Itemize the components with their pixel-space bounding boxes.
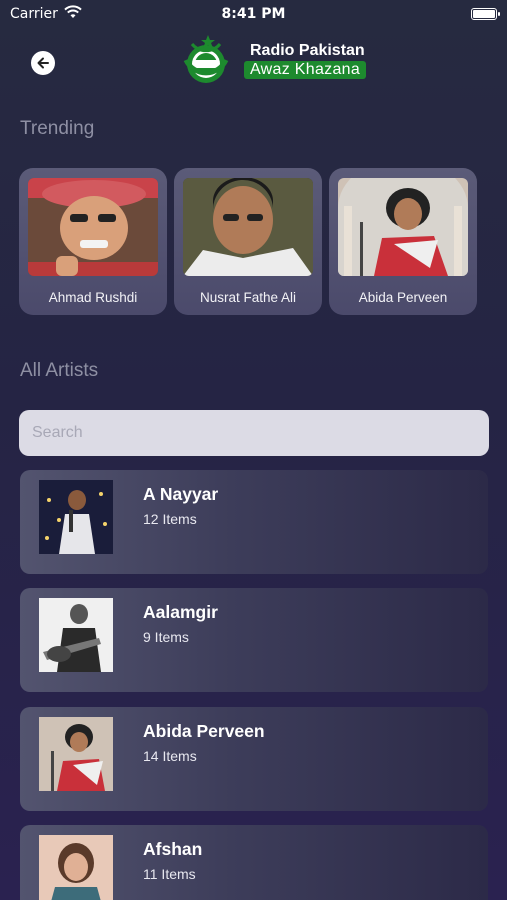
artist-list-item[interactable]: Afshan 11 Items xyxy=(20,825,488,900)
artist-photo xyxy=(28,178,158,276)
trending-name: Ahmad Rushdi xyxy=(48,290,138,305)
trending-name: Nusrat Fathe Ali xyxy=(199,290,297,305)
status-bar: Carrier 8:41 PM xyxy=(0,0,507,28)
artist-thumbnail xyxy=(39,835,113,900)
logo-subtitle: Awaz Khazana xyxy=(244,60,367,79)
status-time: 8:41 PM xyxy=(221,6,286,22)
all-artists-title: All Artists xyxy=(20,360,99,381)
artist-photo xyxy=(338,178,468,276)
search-input[interactable] xyxy=(19,410,489,456)
artist-name: A Nayyar xyxy=(143,484,219,504)
trending-name: Abida Perveen xyxy=(358,290,448,305)
trending-card[interactable]: Nusrat Fathe Ali xyxy=(174,168,322,315)
artist-item-count: 11 Items xyxy=(143,866,196,882)
trending-list: Ahmad Rushdi Nusrat Fathe Ali Abida Perv… xyxy=(19,168,477,315)
trending-card[interactable]: Ahmad Rushdi xyxy=(19,168,167,315)
battery-icon xyxy=(471,8,500,20)
artist-thumbnail xyxy=(39,480,113,554)
trending-card[interactable]: Abida Perveen xyxy=(329,168,477,315)
artist-name: Aalamgir xyxy=(143,602,218,622)
app-logo: Radio Pakistan Awaz Khazana xyxy=(178,34,367,86)
artist-item-count: 9 Items xyxy=(143,629,189,645)
artist-thumbnail xyxy=(39,598,113,672)
logo-title: Radio Pakistan xyxy=(250,41,365,59)
radio-pakistan-emblem-icon xyxy=(183,35,229,83)
back-button[interactable] xyxy=(31,51,55,75)
artist-name: Afshan xyxy=(143,839,203,859)
artist-list-item[interactable]: A Nayyar 12 Items xyxy=(20,470,488,574)
artist-item-count: 12 Items xyxy=(143,511,197,527)
trending-title: Trending xyxy=(20,118,95,139)
artist-name: Abida Perveen xyxy=(143,721,265,741)
artist-list-item[interactable]: Abida Perveen 14 Items xyxy=(20,707,488,811)
header: Radio Pakistan Awaz Khazana xyxy=(0,28,507,96)
artist-list-item[interactable]: Aalamgir 9 Items xyxy=(20,588,488,692)
back-arrow-icon xyxy=(37,57,49,69)
artist-photo xyxy=(183,178,313,276)
artist-thumbnail xyxy=(39,717,113,791)
artist-item-count: 14 Items xyxy=(143,748,197,764)
